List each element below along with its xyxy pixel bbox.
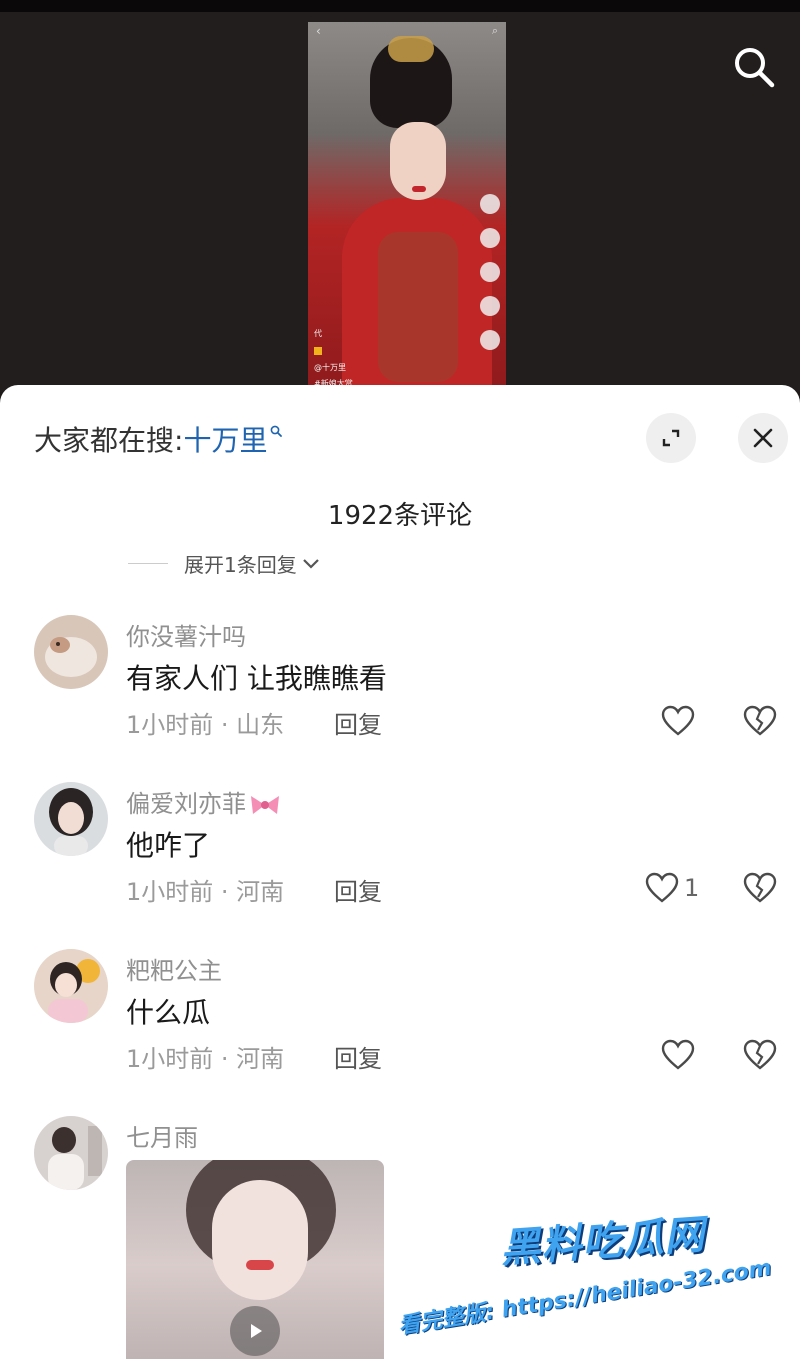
play-button[interactable] (230, 1306, 280, 1356)
video-like-icon (480, 228, 500, 248)
video-figure-embroidery (378, 232, 458, 382)
close-button[interactable] (738, 413, 788, 463)
expand-icon (662, 429, 680, 447)
search-icon (735, 48, 775, 88)
comment-username[interactable]: 你没薯汁吗 (126, 617, 246, 652)
video-comment-icon (480, 262, 500, 282)
video-avatar-icon (480, 194, 500, 214)
like-button[interactable] (660, 703, 700, 739)
avatar[interactable] (34, 615, 108, 689)
comment-text: 什么瓜 (126, 996, 211, 1029)
search-button[interactable] (728, 42, 780, 94)
comment-time-location: 1小时前 · 山东 (126, 711, 285, 739)
avatar[interactable] (34, 1116, 108, 1190)
like-count: 1 (684, 874, 700, 902)
video-figure-headdress (388, 36, 434, 62)
search-suggestion-term[interactable]: 十万里 (183, 424, 267, 457)
avatar[interactable] (34, 782, 108, 856)
comment-username[interactable]: 粑粑公主 (126, 951, 222, 986)
reply-button[interactable]: 回复 (334, 1039, 382, 1074)
watermark: 黑料吃瓜网 看完整版: https://heiliao-32.com (396, 1205, 796, 1355)
comment-username[interactable]: 七月雨 (126, 1118, 198, 1153)
avatar[interactable] (34, 949, 108, 1023)
back-icon: ‹ (316, 24, 321, 38)
thumbnail-lips (246, 1260, 274, 1270)
status-strip (0, 0, 800, 12)
heart-icon (661, 1039, 695, 1070)
video-background[interactable]: ‹ ⌕ 代 @十万里 #新娘大赏 (0, 12, 800, 394)
comment-username-text: 偏爱刘亦菲 (126, 790, 246, 818)
expand-replies-link[interactable]: 展开1条回复 (128, 549, 321, 578)
comment-video-thumbnail[interactable] (126, 1160, 384, 1359)
chevron-down-icon (302, 558, 319, 569)
video-figure-lips (412, 186, 426, 192)
play-icon (251, 1324, 262, 1338)
reply-button[interactable]: 回复 (334, 872, 382, 907)
comment-time-location: 1小时前 · 河南 (126, 1045, 285, 1073)
dislike-button[interactable] (742, 870, 778, 906)
comment-text: 他咋了 (126, 829, 211, 862)
video-share-icon (480, 330, 500, 350)
video-info-author (314, 346, 325, 355)
like-button[interactable]: 1 (644, 870, 699, 906)
comment-username[interactable]: 偏爱刘亦菲 (126, 784, 282, 819)
heart-icon (645, 872, 679, 903)
broken-heart-icon (743, 1039, 777, 1070)
video-info-mention: @十万里 (314, 363, 346, 372)
dislike-button[interactable] (742, 703, 778, 739)
close-icon (753, 428, 773, 448)
comment-text: 有家人们 让我瞧瞧看 (126, 662, 387, 695)
search-suggestion[interactable]: 大家都在搜:十万里 (34, 419, 283, 459)
avatar-image (34, 1116, 108, 1190)
broken-heart-icon (743, 872, 777, 903)
broken-heart-icon (743, 705, 777, 736)
bow-emoji-icon (251, 796, 279, 814)
like-button[interactable] (660, 1037, 700, 1073)
heart-icon (661, 705, 695, 736)
avatar-image (34, 615, 108, 689)
avatar-image (34, 949, 108, 1023)
expand-replies-label: 展开1条回复 (184, 553, 297, 577)
video-preview[interactable]: ‹ ⌕ 代 @十万里 #新娘大赏 (308, 22, 506, 394)
dislike-button[interactable] (742, 1037, 778, 1073)
small-search-icon (271, 425, 283, 437)
avatar-image (34, 782, 108, 856)
comment-time-location: 1小时前 · 河南 (126, 878, 285, 906)
video-search-icon: ⌕ (491, 24, 498, 37)
reply-button[interactable]: 回复 (334, 705, 382, 740)
video-tag-icon (314, 346, 322, 355)
video-info-line: 代 (314, 329, 322, 338)
divider (128, 563, 168, 564)
expand-button[interactable] (646, 413, 696, 463)
comment-count-title: 1922条评论 (327, 501, 473, 531)
video-favorite-icon (480, 296, 500, 316)
search-suggestion-prefix: 大家都在搜: (34, 424, 184, 457)
thumbnail-face (212, 1180, 308, 1300)
